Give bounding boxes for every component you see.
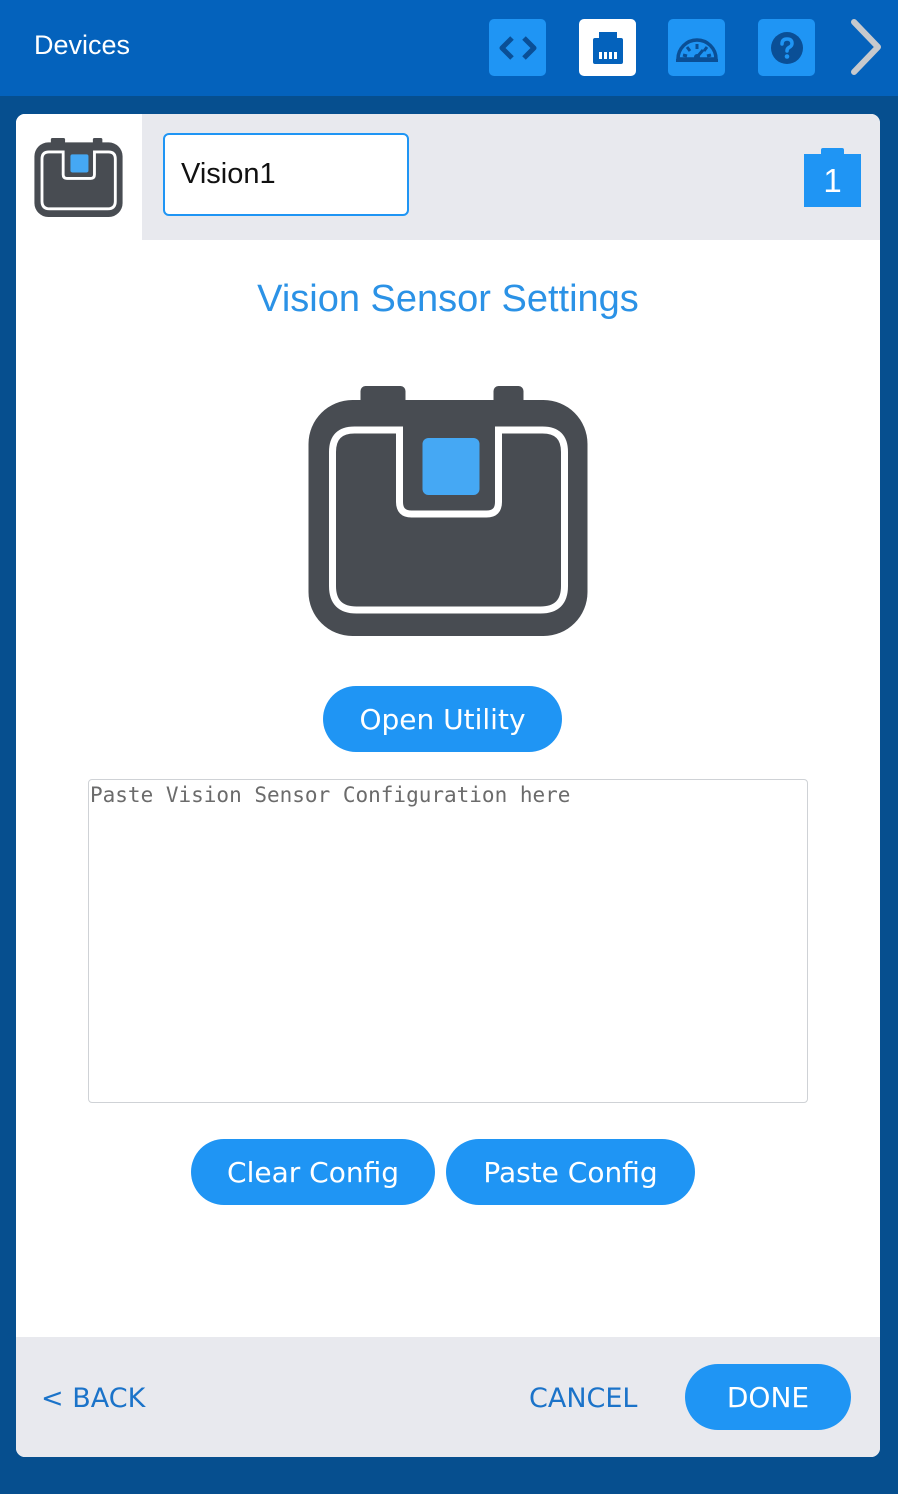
settings-title: Vision Sensor Settings [257, 278, 639, 320]
device-icon-container [16, 114, 142, 240]
device-settings-panel: 1 Vision Sensor Settings Open Utility Cl… [16, 114, 880, 1457]
top-bar: Devices [0, 0, 898, 96]
paste-config-button[interactable]: Paste Config [446, 1139, 695, 1205]
help-button[interactable] [758, 19, 815, 76]
next-button[interactable] [840, 16, 890, 78]
devices-icon [592, 31, 623, 64]
config-textarea[interactable] [88, 779, 808, 1103]
devices-button[interactable] [579, 19, 636, 76]
vision-sensor-icon [34, 138, 123, 217]
done-button[interactable]: DONE [685, 1364, 851, 1430]
open-utility-button[interactable]: Open Utility [323, 686, 562, 752]
port-number: 1 [804, 154, 861, 207]
page-title: Devices [34, 30, 131, 60]
back-button[interactable]: < BACK [41, 1383, 145, 1414]
code-view-button[interactable] [489, 19, 546, 76]
port-badge[interactable]: 1 [804, 148, 861, 207]
clear-config-button[interactable]: Clear Config [191, 1139, 435, 1205]
device-name-input[interactable] [163, 133, 409, 216]
code-icon [499, 35, 536, 60]
vision-sensor-large-icon [308, 386, 588, 636]
footer-bar: < BACK CANCEL DONE [16, 1337, 880, 1457]
dashboard-icon [675, 37, 718, 62]
cancel-button[interactable]: CANCEL [529, 1383, 637, 1414]
chevron-right-icon [851, 19, 881, 75]
help-icon [770, 31, 803, 64]
device-header: 1 [16, 114, 880, 240]
dashboard-button[interactable] [668, 19, 725, 76]
